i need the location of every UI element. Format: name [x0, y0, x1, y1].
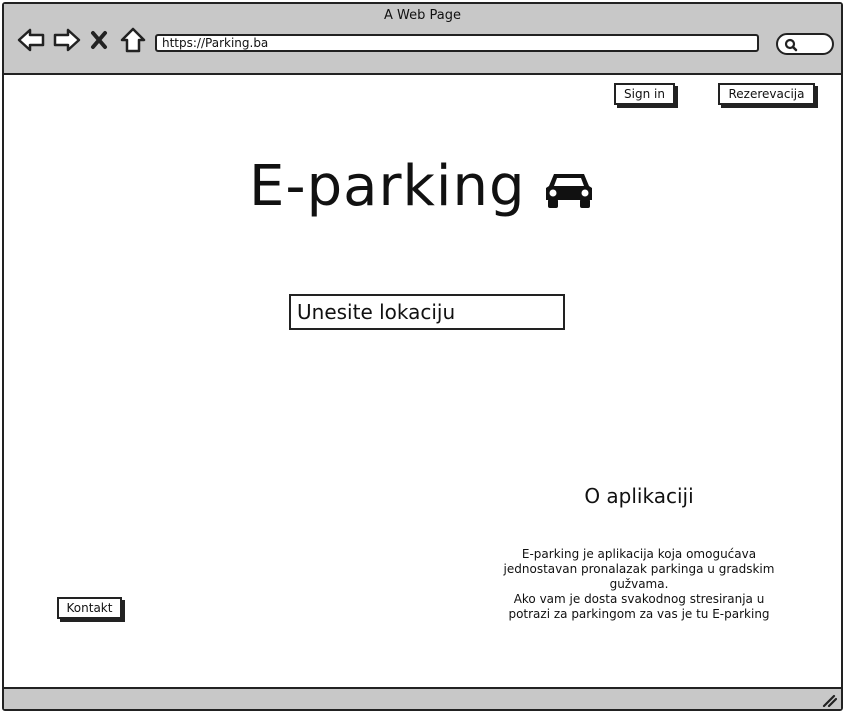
hero: E-parking	[249, 149, 594, 224]
window-title: A Web Page	[384, 8, 461, 23]
about-heading: O aplikaciji	[584, 484, 694, 508]
stop-button[interactable]	[88, 26, 110, 54]
reservation-button[interactable]: Rezerevacija	[718, 83, 815, 105]
back-button[interactable]	[16, 26, 46, 54]
home-button[interactable]	[118, 26, 148, 54]
close-icon	[91, 31, 107, 49]
browser-toolbar: A Web Page https://Parking.ba	[4, 4, 841, 75]
location-search-input[interactable]	[289, 294, 565, 330]
car-icon	[545, 173, 592, 208]
search-icon	[784, 38, 798, 52]
back-arrow-icon	[17, 28, 45, 52]
page-title: E-parking	[249, 154, 526, 219]
forward-button[interactable]	[52, 26, 82, 54]
status-bar	[4, 687, 841, 709]
address-bar[interactable]: https://Parking.ba	[155, 34, 759, 52]
forward-arrow-icon	[53, 28, 81, 52]
contact-button[interactable]: Kontakt	[57, 597, 122, 619]
resize-grip-icon[interactable]	[821, 693, 837, 707]
browser-window: A Web Page https://Parking.ba Sign in Re…	[2, 2, 843, 711]
browser-search-field[interactable]	[776, 33, 834, 55]
sign-in-button[interactable]: Sign in	[614, 83, 675, 105]
home-icon	[120, 27, 146, 53]
about-description: E-parking je aplikacija koja omogućava j…	[503, 547, 775, 621]
